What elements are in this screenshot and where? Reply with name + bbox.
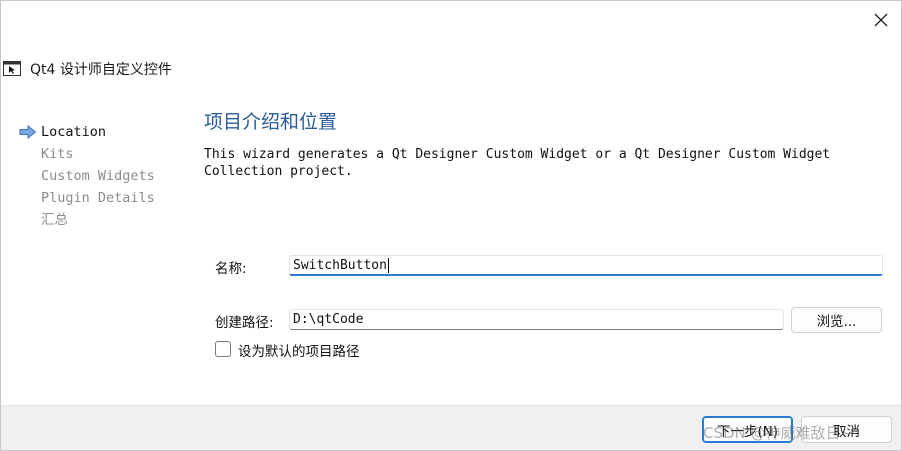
page-title: 项目介绍和位置 [204, 111, 338, 133]
path-input-value: D:\qtCode [293, 312, 364, 327]
browse-button[interactable]: 浏览... [791, 307, 882, 333]
default-path-label: 设为默认的项目路径 [238, 344, 360, 360]
page-description: This wizard generates a Qt Designer Cust… [204, 147, 831, 179]
step-label: 汇总 [41, 212, 68, 228]
path-label: 创建路径: [215, 315, 274, 331]
app-icon [3, 61, 21, 76]
path-input[interactable]: D:\qtCode [289, 309, 784, 330]
close-button[interactable] [867, 7, 895, 33]
wizard-footer: 下一步(N) 取消 [1, 405, 901, 450]
step-label: Location [41, 124, 107, 140]
next-button[interactable]: 下一步(N) [702, 416, 793, 443]
window-title: Qt4 设计师自定义控件 [30, 62, 172, 78]
close-icon [874, 13, 888, 27]
default-path-checkbox[interactable] [215, 341, 231, 357]
cancel-button[interactable]: 取消 [801, 416, 892, 443]
step-plugin-details: Plugin Details [17, 187, 187, 209]
step-label: Custom Widgets [41, 168, 155, 184]
wizard-window: Qt4 设计师自定义控件 Location Kits Custom Widget… [0, 0, 902, 451]
text-caret [387, 257, 389, 273]
step-summary: 汇总 [17, 209, 187, 231]
wizard-steps: Location Kits Custom Widgets Plugin Deta… [17, 121, 187, 231]
name-label: 名称: [215, 261, 247, 277]
name-input-value: SwitchButton [293, 257, 387, 273]
step-custom-widgets: Custom Widgets [17, 165, 187, 187]
step-kits: Kits [17, 143, 187, 165]
step-label: Plugin Details [41, 190, 155, 206]
step-location: Location [17, 121, 187, 143]
step-label: Kits [41, 146, 74, 162]
name-input[interactable]: SwitchButton [289, 255, 883, 276]
current-step-arrow-icon [19, 125, 37, 139]
